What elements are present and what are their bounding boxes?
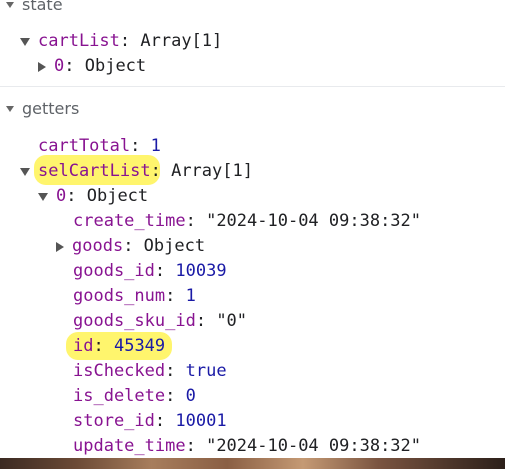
- colon: :: [185, 436, 207, 456]
- property-value: true: [185, 361, 227, 381]
- colon: :: [64, 56, 85, 76]
- section-divider: [0, 86, 505, 87]
- property-value: 10039: [175, 261, 227, 281]
- colon: :: [195, 311, 217, 331]
- property-key: store_id: [73, 411, 155, 431]
- property-key: is_delete: [73, 386, 166, 406]
- property-type: Object: [143, 236, 206, 256]
- field-goods-sku-id-row[interactable]: goods_sku_id: "0": [73, 309, 247, 334]
- getters-section-header[interactable]: getters: [6, 96, 79, 121]
- property-value: 45349: [113, 336, 166, 356]
- state-cartList-row[interactable]: cartList: Array[1]: [20, 29, 222, 54]
- property-value: "2024-10-04 09:38:32": [206, 436, 422, 456]
- colon: :: [154, 261, 176, 281]
- property-key: 0: [56, 186, 67, 206]
- vue-devtools-inspector: state cartList: Array[1] 0: Object gette…: [0, 0, 505, 469]
- colon: :: [130, 136, 151, 156]
- chevron-down-icon[interactable]: [6, 105, 14, 112]
- property-value: 1: [150, 136, 161, 156]
- property-key: 0: [54, 56, 65, 76]
- property-type: Object: [86, 186, 149, 206]
- property-type: Object: [84, 56, 147, 76]
- expand-down-icon[interactable]: [38, 192, 48, 201]
- state-item0-row[interactable]: 0: Object: [38, 54, 146, 79]
- colon: :: [165, 361, 186, 381]
- colon: :: [93, 336, 114, 356]
- getter-selCartList-row[interactable]: selCartList: Array[1]: [20, 159, 253, 184]
- colon: :: [150, 161, 172, 181]
- state-section-header[interactable]: state: [6, 0, 63, 17]
- expand-right-icon[interactable]: [56, 241, 64, 252]
- expand-right-icon[interactable]: [38, 61, 46, 72]
- colon: :: [165, 386, 186, 406]
- property-key: cartTotal: [38, 136, 131, 156]
- field-is-delete-row[interactable]: is_delete: 0: [73, 384, 196, 409]
- colon: :: [66, 186, 87, 206]
- field-store-id-row[interactable]: store_id: 10001: [73, 409, 227, 434]
- property-key: cartList: [38, 31, 120, 51]
- expand-down-icon[interactable]: [20, 37, 30, 46]
- property-key: id: [73, 336, 94, 356]
- field-id-row[interactable]: id: 45349: [73, 334, 165, 359]
- getter-cartTotal-row[interactable]: cartTotal: 1: [38, 134, 161, 159]
- property-type: Array[1]: [171, 161, 253, 181]
- field-goods-id-row[interactable]: goods_id: 10039: [73, 259, 227, 284]
- field-create-time-row[interactable]: create_time: "2024-10-04 09:38:32": [73, 209, 421, 234]
- expand-down-icon[interactable]: [20, 167, 30, 176]
- property-key: create_time: [73, 211, 186, 231]
- property-key: update_time: [73, 436, 186, 456]
- colon: :: [165, 286, 186, 306]
- field-goods-row[interactable]: goods: Object: [56, 234, 205, 259]
- property-key: selCartList: [38, 161, 151, 181]
- property-value: 1: [185, 286, 196, 306]
- field-goods-num-row[interactable]: goods_num: 1: [73, 284, 196, 309]
- property-value: 0: [185, 386, 196, 406]
- property-value: "2024-10-04 09:38:32": [206, 211, 422, 231]
- colon: :: [123, 236, 144, 256]
- colon: :: [185, 211, 207, 231]
- property-key: goods: [72, 236, 124, 256]
- background-photo-strip: [0, 458, 505, 469]
- property-value: "0": [216, 311, 248, 331]
- property-key: goods_num: [73, 286, 166, 306]
- field-update-time-row[interactable]: update_time: "2024-10-04 09:38:32": [73, 434, 421, 459]
- colon: :: [154, 411, 176, 431]
- field-isChecked-row[interactable]: isChecked: true: [73, 359, 227, 384]
- chevron-down-icon[interactable]: [6, 1, 14, 8]
- property-key: goods_sku_id: [73, 311, 196, 331]
- getter-item0-row[interactable]: 0: Object: [38, 184, 148, 209]
- state-section-label: state: [22, 0, 63, 14]
- property-type: Array[1]: [140, 31, 223, 51]
- property-value: 10001: [175, 411, 227, 431]
- getters-section-label: getters: [22, 98, 80, 118]
- colon: :: [119, 31, 141, 51]
- property-key: isChecked: [73, 361, 166, 381]
- property-key: goods_id: [73, 261, 155, 281]
